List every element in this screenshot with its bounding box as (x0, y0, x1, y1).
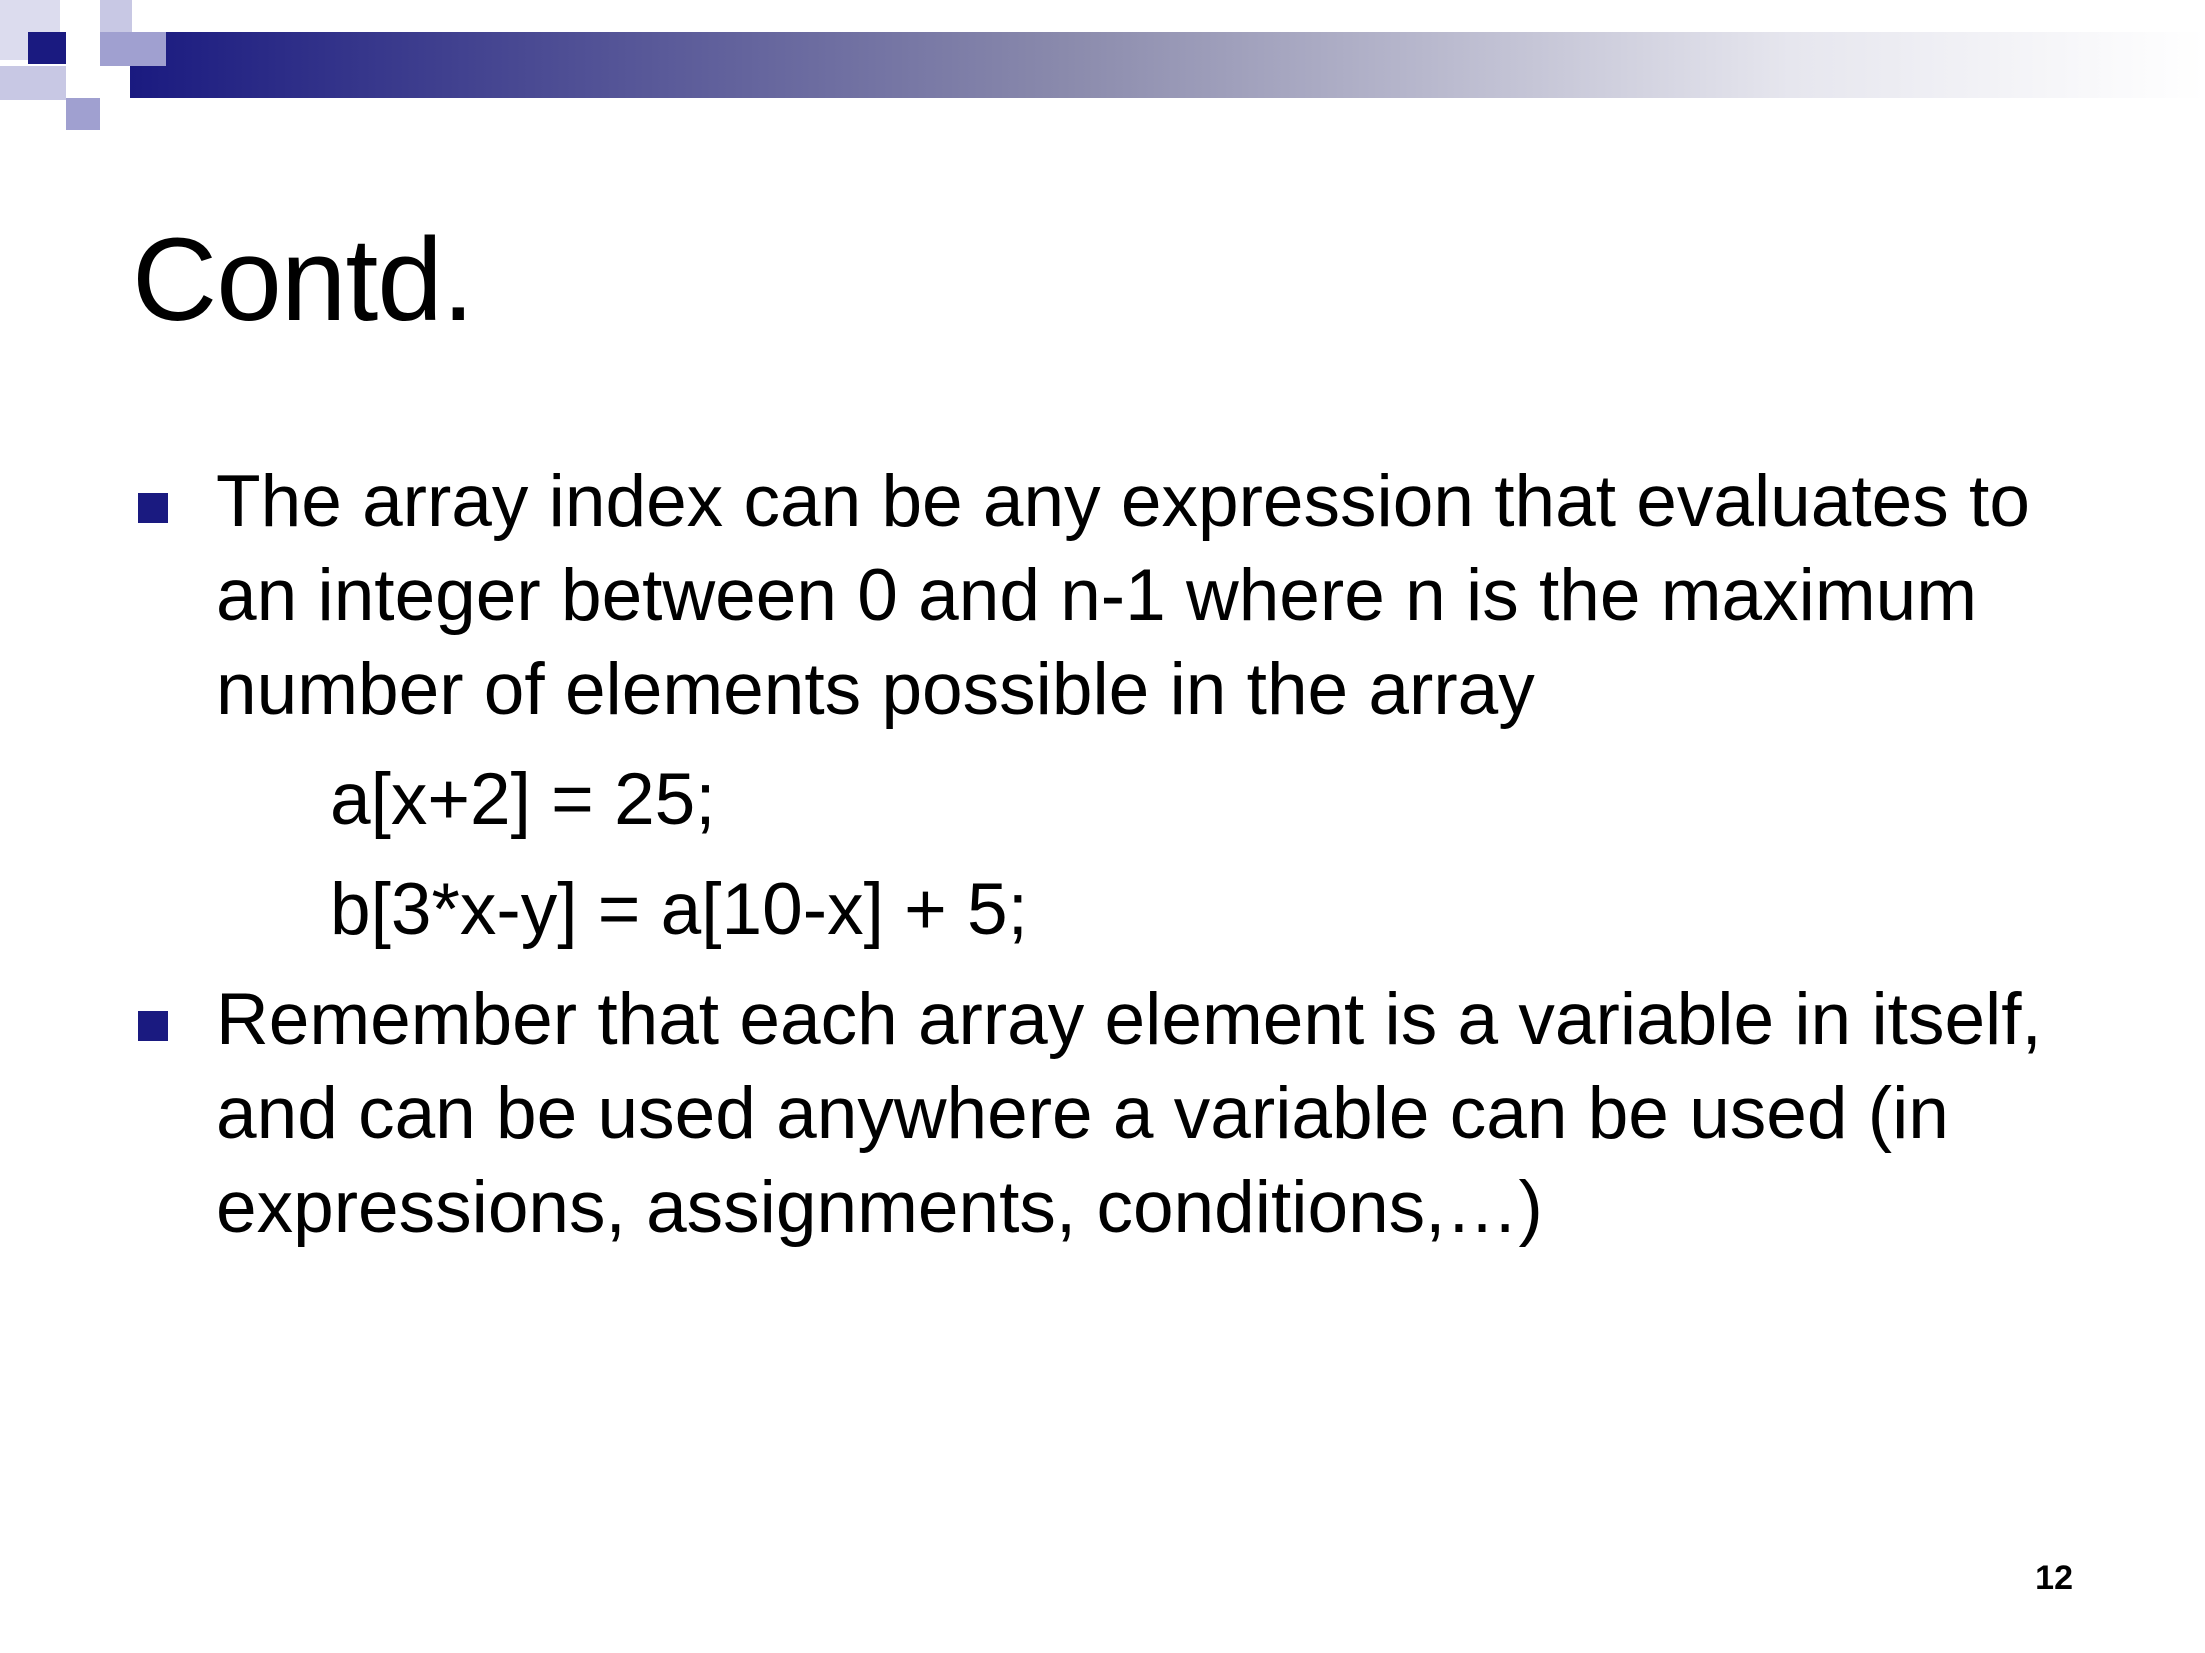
deco-square (28, 32, 66, 64)
square-bullet-icon (138, 493, 168, 523)
slide: Contd. The array index can be any expres… (0, 0, 2205, 1653)
bullet-text: Remember that each array element is a va… (216, 979, 2042, 1248)
bullet-list: The array index can be any expression th… (132, 455, 2112, 1255)
code-line: b[3*x-y] = a[10-x] + 5; (330, 869, 1028, 950)
page-number: 12 (2035, 1559, 2073, 1597)
bullet-item: The array index can be any expression th… (132, 455, 2112, 737)
deco-square (100, 32, 166, 66)
bullet-item: Remember that each array element is a va… (132, 973, 2112, 1255)
deco-square (100, 0, 132, 32)
bullet-text: The array index can be any expression th… (216, 461, 2030, 730)
code-block: a[x+2] = 25; b[3*x-y] = a[10-x] + 5; (132, 753, 2112, 957)
code-line: a[x+2] = 25; (330, 759, 716, 840)
header-gradient-bar (130, 32, 2205, 98)
square-bullet-icon (138, 1011, 168, 1041)
deco-square (0, 66, 66, 100)
deco-square (66, 98, 100, 130)
slide-title: Contd. (132, 214, 475, 346)
